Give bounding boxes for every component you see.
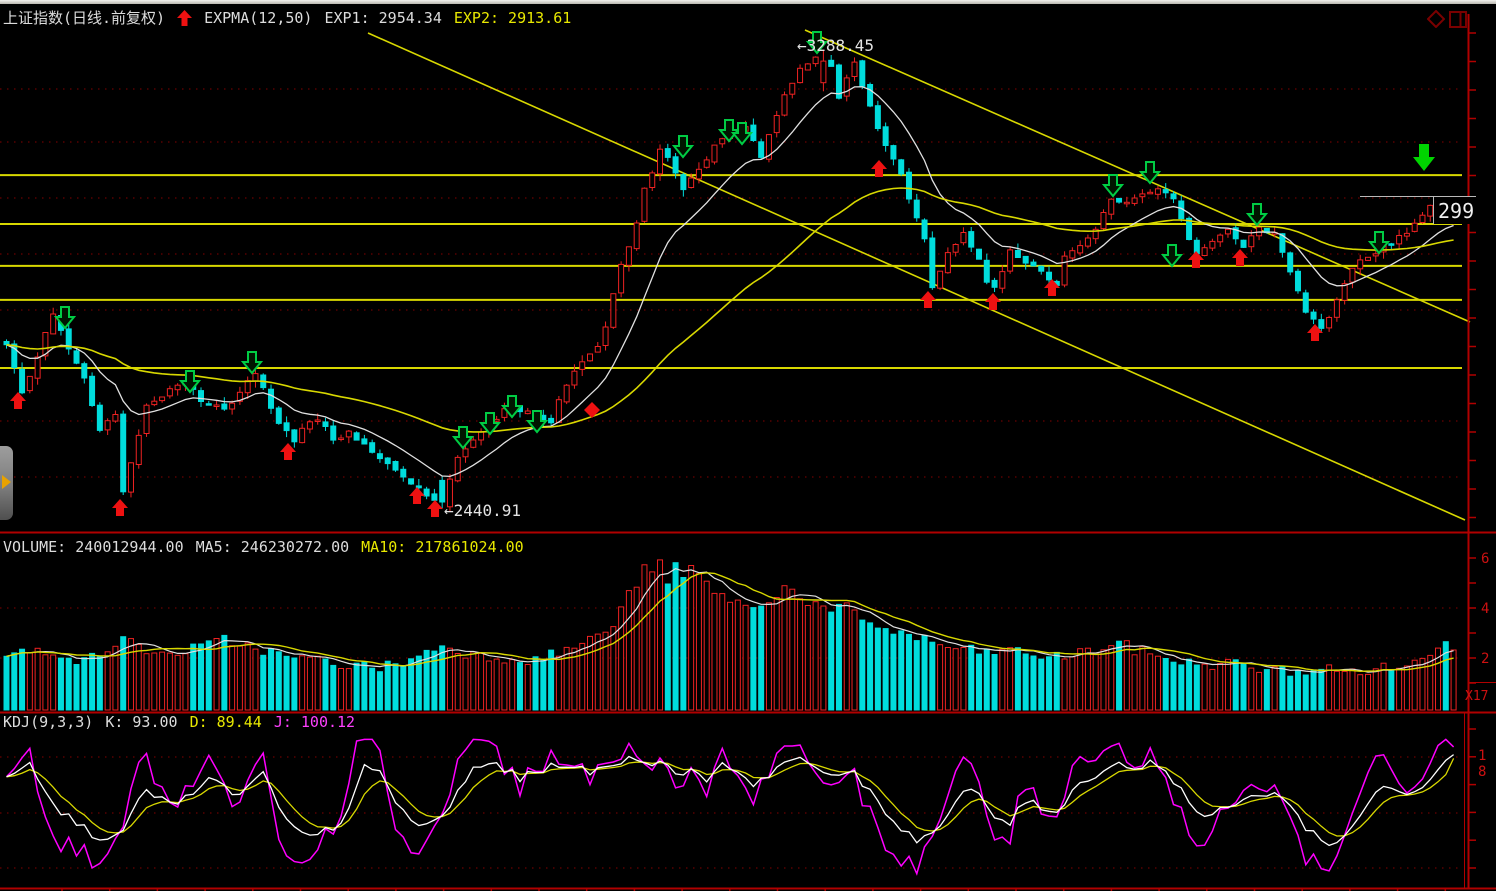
volume-scale-multiplier: X17 (1465, 689, 1488, 704)
up-arrow-icon (177, 10, 192, 26)
chart-canvas[interactable] (0, 0, 1496, 891)
kdj-axis-label-100: 1 (1478, 748, 1486, 764)
panel-expand-handle[interactable] (0, 446, 13, 520)
peak-price-label: ←3288.45 (797, 36, 874, 55)
diamond-icon[interactable] (1427, 10, 1445, 28)
volume-value: VOLUME: 240012944.00 (3, 538, 184, 556)
volume-axis-label-6: 6 (1481, 551, 1489, 567)
kdj-k-value: K: 93.00 (105, 713, 177, 731)
kdj-name: KDJ(9,3,3) (3, 713, 93, 731)
volume-header: VOLUME: 240012944.00 MA5: 246230272.00 M… (3, 538, 524, 556)
volume-axis-label-2: 2 (1481, 651, 1489, 667)
last-price-tag: 299 (1433, 196, 1476, 224)
window-layout-icon[interactable] (1449, 11, 1468, 29)
trading-app-window: 上证指数(日线.前复权) EXPMA(12,50) EXP1: 2954.34 … (0, 0, 1496, 891)
signal-markers-layer (10, 32, 1435, 517)
low-price-label: ←2440.91 (444, 501, 521, 520)
exp2-value: EXP2: 2913.61 (454, 9, 571, 27)
volume-ma5-value: MA5: 246230272.00 (196, 538, 350, 556)
kdj-axis-label-80: 8 (1478, 764, 1486, 780)
expand-arrow-icon (2, 475, 11, 489)
kdj-d-value: D: 89.44 (190, 713, 262, 731)
kdj-j-value: J: 100.12 (274, 713, 355, 731)
kdj-header: KDJ(9,3,3) K: 93.00 D: 89.44 J: 100.12 (3, 713, 355, 731)
main-chart-header: 上证指数(日线.前复权) EXPMA(12,50) EXP1: 2954.34 … (3, 9, 571, 27)
volume-axis-label-4: 4 (1481, 601, 1489, 617)
symbol-title: 上证指数(日线.前复权) (3, 9, 165, 27)
indicator-name: EXPMA(12,50) (204, 9, 312, 27)
exp1-value: EXP1: 2954.34 (324, 9, 441, 27)
volume-ma10-value: MA10: 217861024.00 (361, 538, 524, 556)
